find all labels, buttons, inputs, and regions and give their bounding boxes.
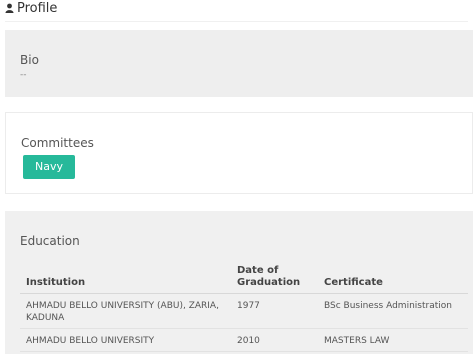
education-table: Institution Date of Graduation Certifica… (20, 257, 468, 352)
user-icon (5, 3, 14, 13)
bio-title: Bio (20, 53, 39, 67)
page-title: Profile (17, 0, 58, 16)
date-cell: 2010 (231, 328, 318, 352)
column-header-date: Date of Graduation (231, 257, 318, 294)
column-header-institution: Institution (20, 257, 231, 294)
column-header-certificate: Certificate (318, 257, 468, 294)
table-row: AHMADU BELLO UNIVERSITY 2010 MASTERS LAW (20, 328, 468, 352)
institution-cell: AHMADU BELLO UNIVERSITY (ABU), ZARIA, KA… (20, 293, 231, 329)
certificate-cell: BSc Business Administration (318, 293, 468, 329)
date-cell: 1977 (231, 293, 318, 329)
education-title: Education (20, 234, 80, 248)
table-row: AHMADU BELLO UNIVERSITY (ABU), ZARIA, KA… (20, 293, 468, 329)
header-divider (5, 21, 468, 22)
committees-panel: Committees Navy (5, 112, 473, 194)
bio-panel: Bio -- (5, 30, 473, 97)
committee-tag-navy[interactable]: Navy (23, 155, 75, 179)
page-header: Profile (5, 0, 57, 16)
institution-cell: AHMADU BELLO UNIVERSITY (20, 328, 231, 352)
education-panel: Education Institution Date of Graduation… (5, 211, 473, 354)
bio-value: -- (20, 70, 27, 80)
table-header-row: Institution Date of Graduation Certifica… (20, 257, 468, 294)
certificate-cell: MASTERS LAW (318, 328, 468, 352)
committees-title: Committees (21, 136, 94, 150)
